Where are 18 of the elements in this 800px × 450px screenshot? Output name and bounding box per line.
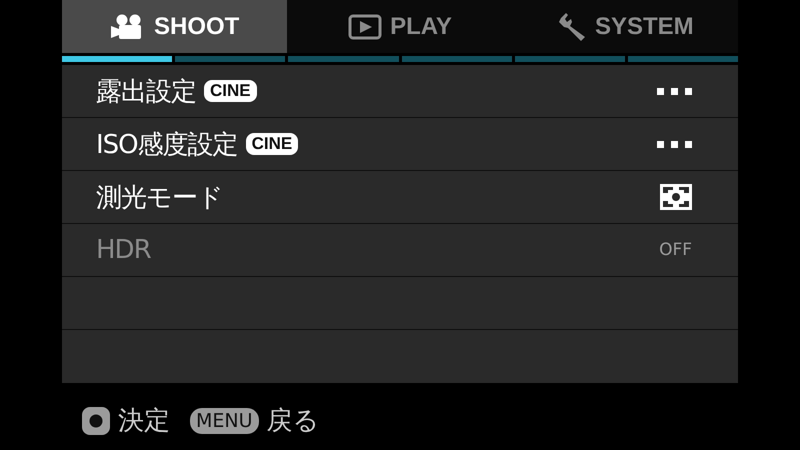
button-icon: [82, 406, 110, 434]
menu-item[interactable]: 測光モード: [62, 171, 738, 224]
hint-text: 決定: [118, 405, 170, 438]
menu-tab[interactable]: SHOOT: [62, 0, 288, 53]
more-icon: [657, 140, 692, 148]
value-text: OFF: [659, 240, 692, 260]
menu-key: MENU: [190, 408, 259, 434]
menu-item[interactable]: 露出設定 CINE: [62, 65, 738, 118]
menu-item[interactable]: ISO感度設定 CINE: [62, 118, 738, 171]
hint-text: 戻る: [266, 405, 320, 438]
menu-tab[interactable]: PLAY: [287, 0, 513, 53]
cine-tag: CINE: [246, 133, 298, 155]
metering-icon: [660, 184, 692, 210]
cine-tag: CINE: [204, 80, 257, 102]
wrench-icon: [556, 12, 587, 42]
more-icon: [657, 88, 692, 94]
play-icon: [348, 14, 382, 40]
menu-tab[interactable]: SYSTEM: [512, 0, 738, 53]
